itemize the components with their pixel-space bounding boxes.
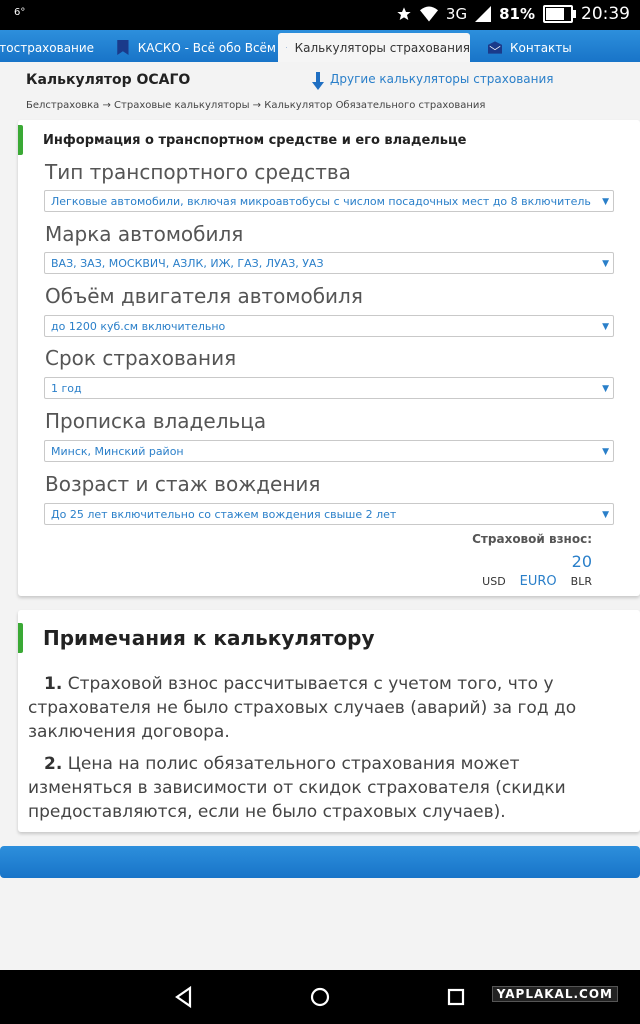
clock: 20:39 bbox=[581, 4, 630, 24]
owner-registration-label: Прописка владельца bbox=[45, 409, 267, 433]
select-value: До 25 лет включительно со стажем вождени… bbox=[51, 508, 397, 521]
insurance-term-label: Срок страхования bbox=[45, 346, 237, 370]
status-bar: 6° 3G 81% 20:39 bbox=[0, 0, 640, 30]
network-type: 3G bbox=[445, 5, 468, 23]
tab-label: КАСКО - Всё обо Всём bbox=[137, 40, 276, 55]
navigation-bar: YAPLAKAL.COM bbox=[0, 970, 640, 1024]
currency-usd[interactable]: USD bbox=[482, 575, 506, 588]
currency-euro[interactable]: EURO bbox=[520, 574, 557, 589]
wifi-icon bbox=[419, 6, 438, 22]
engine-volume-label: Объём двигателя автомобиля bbox=[45, 284, 363, 308]
select-value: до 1200 куб.см включительно bbox=[51, 320, 226, 333]
premium-value: 20 bbox=[571, 552, 592, 571]
note-item: 1. Страховой взнос рассчитывается с учет… bbox=[28, 672, 624, 744]
bookmark-icon bbox=[117, 40, 129, 55]
owner-registration-select[interactable]: Минск, Минский район ▼ bbox=[44, 440, 614, 462]
page-content: Калькулятор ОСАГО Другие калькуляторы ст… bbox=[0, 62, 640, 970]
chevron-down-icon: ▼ bbox=[602, 384, 609, 394]
chevron-down-icon: ▼ bbox=[602, 259, 609, 269]
select-value: Минск, Минский район bbox=[51, 445, 184, 458]
section-marker bbox=[18, 623, 23, 653]
battery-percent: 81% bbox=[499, 5, 535, 23]
chevron-down-icon: ▼ bbox=[602, 510, 609, 520]
engine-volume-select[interactable]: до 1200 куб.см включительно ▼ bbox=[44, 315, 614, 337]
tab-label: Контакты bbox=[510, 40, 572, 55]
vehicle-info-card: Информация о транспортном средстве и его… bbox=[18, 120, 640, 596]
note-item: 2. Цена на полис обязательного страхован… bbox=[28, 752, 624, 824]
battery-icon bbox=[543, 5, 576, 23]
other-calculators-link[interactable]: Другие калькуляторы страхования bbox=[312, 72, 554, 90]
section-title: Примечания к калькулятору bbox=[43, 626, 375, 650]
other-calculators-label: Другие калькуляторы страхования bbox=[330, 72, 554, 86]
tab-label: Автострахование bbox=[0, 40, 95, 55]
tab-calculators[interactable]: Калькуляторы страхования bbox=[278, 33, 470, 62]
car-brand-select[interactable]: ВАЗ, ЗАЗ, МОСКВИЧ, АЗЛК, ИЖ, ГАЗ, ЛУАЗ, … bbox=[44, 252, 614, 274]
note-text: Страховой взнос рассчитывается с учетом … bbox=[28, 674, 577, 742]
main-tabs: Автострахование КАСКО - Всё обо Всём Кал… bbox=[0, 30, 640, 62]
section-title: Информация о транспортном средстве и его… bbox=[43, 132, 467, 148]
recents-icon[interactable] bbox=[444, 985, 468, 1009]
star-icon bbox=[397, 7, 411, 20]
vehicle-type-select[interactable]: Легковые автомобили, включая микроавтобу… bbox=[44, 190, 614, 212]
insurance-term-select[interactable]: 1 год ▼ bbox=[44, 377, 614, 399]
home-icon[interactable] bbox=[308, 985, 332, 1009]
select-value: 1 год bbox=[51, 382, 82, 395]
arrow-down-icon bbox=[312, 72, 324, 90]
age-experience-label: Возраст и стаж вождения bbox=[45, 472, 321, 496]
vehicle-type-label: Тип транспортного средства bbox=[45, 160, 351, 184]
section-marker bbox=[18, 125, 23, 155]
temperature-text: 6° bbox=[14, 7, 26, 18]
tab-contacts[interactable]: Контакты bbox=[488, 33, 608, 62]
premium-label: Страховой взнос: bbox=[472, 532, 592, 546]
tab-kasko[interactable]: КАСКО - Всё обо Всём bbox=[116, 33, 276, 62]
chevron-down-icon: ▼ bbox=[602, 447, 609, 457]
note-text: Цена на полис обязательного страхования … bbox=[28, 754, 566, 822]
section-heading: Примечания к калькулятору bbox=[18, 623, 375, 653]
breadcrumb: Белстраховка → Страховые калькуляторы → … bbox=[26, 100, 486, 111]
chevron-down-icon: ▼ bbox=[602, 322, 609, 332]
car-brand-label: Марка автомобиля bbox=[45, 222, 244, 246]
contacts-icon bbox=[488, 41, 502, 54]
section-heading: Информация о транспортном средстве и его… bbox=[18, 125, 467, 155]
note-number: 1. bbox=[44, 674, 63, 694]
tab-auto-insurance[interactable]: Автострахование bbox=[0, 33, 100, 62]
age-experience-select[interactable]: До 25 лет включительно со стажем вождени… bbox=[44, 503, 614, 525]
watermark: YAPLAKAL.COM bbox=[491, 986, 618, 1002]
back-icon[interactable] bbox=[172, 985, 196, 1009]
signal-icon bbox=[475, 6, 492, 22]
calculator-icon bbox=[286, 47, 287, 48]
chevron-down-icon: ▼ bbox=[602, 197, 609, 207]
notes-card: Примечания к калькулятору 1. Страховой в… bbox=[18, 610, 640, 832]
currency-switcher: USD EURO BLR bbox=[482, 574, 592, 589]
note-number: 2. bbox=[44, 754, 63, 774]
tab-label: Калькуляторы страхования bbox=[294, 40, 470, 55]
page-title: Калькулятор ОСАГО bbox=[26, 72, 191, 88]
footer-bar bbox=[0, 846, 640, 878]
select-value: ВАЗ, ЗАЗ, МОСКВИЧ, АЗЛК, ИЖ, ГАЗ, ЛУАЗ, … bbox=[51, 257, 324, 270]
currency-blr[interactable]: BLR bbox=[571, 575, 592, 588]
select-value: Легковые автомобили, включая микроавтобу… bbox=[51, 195, 591, 208]
